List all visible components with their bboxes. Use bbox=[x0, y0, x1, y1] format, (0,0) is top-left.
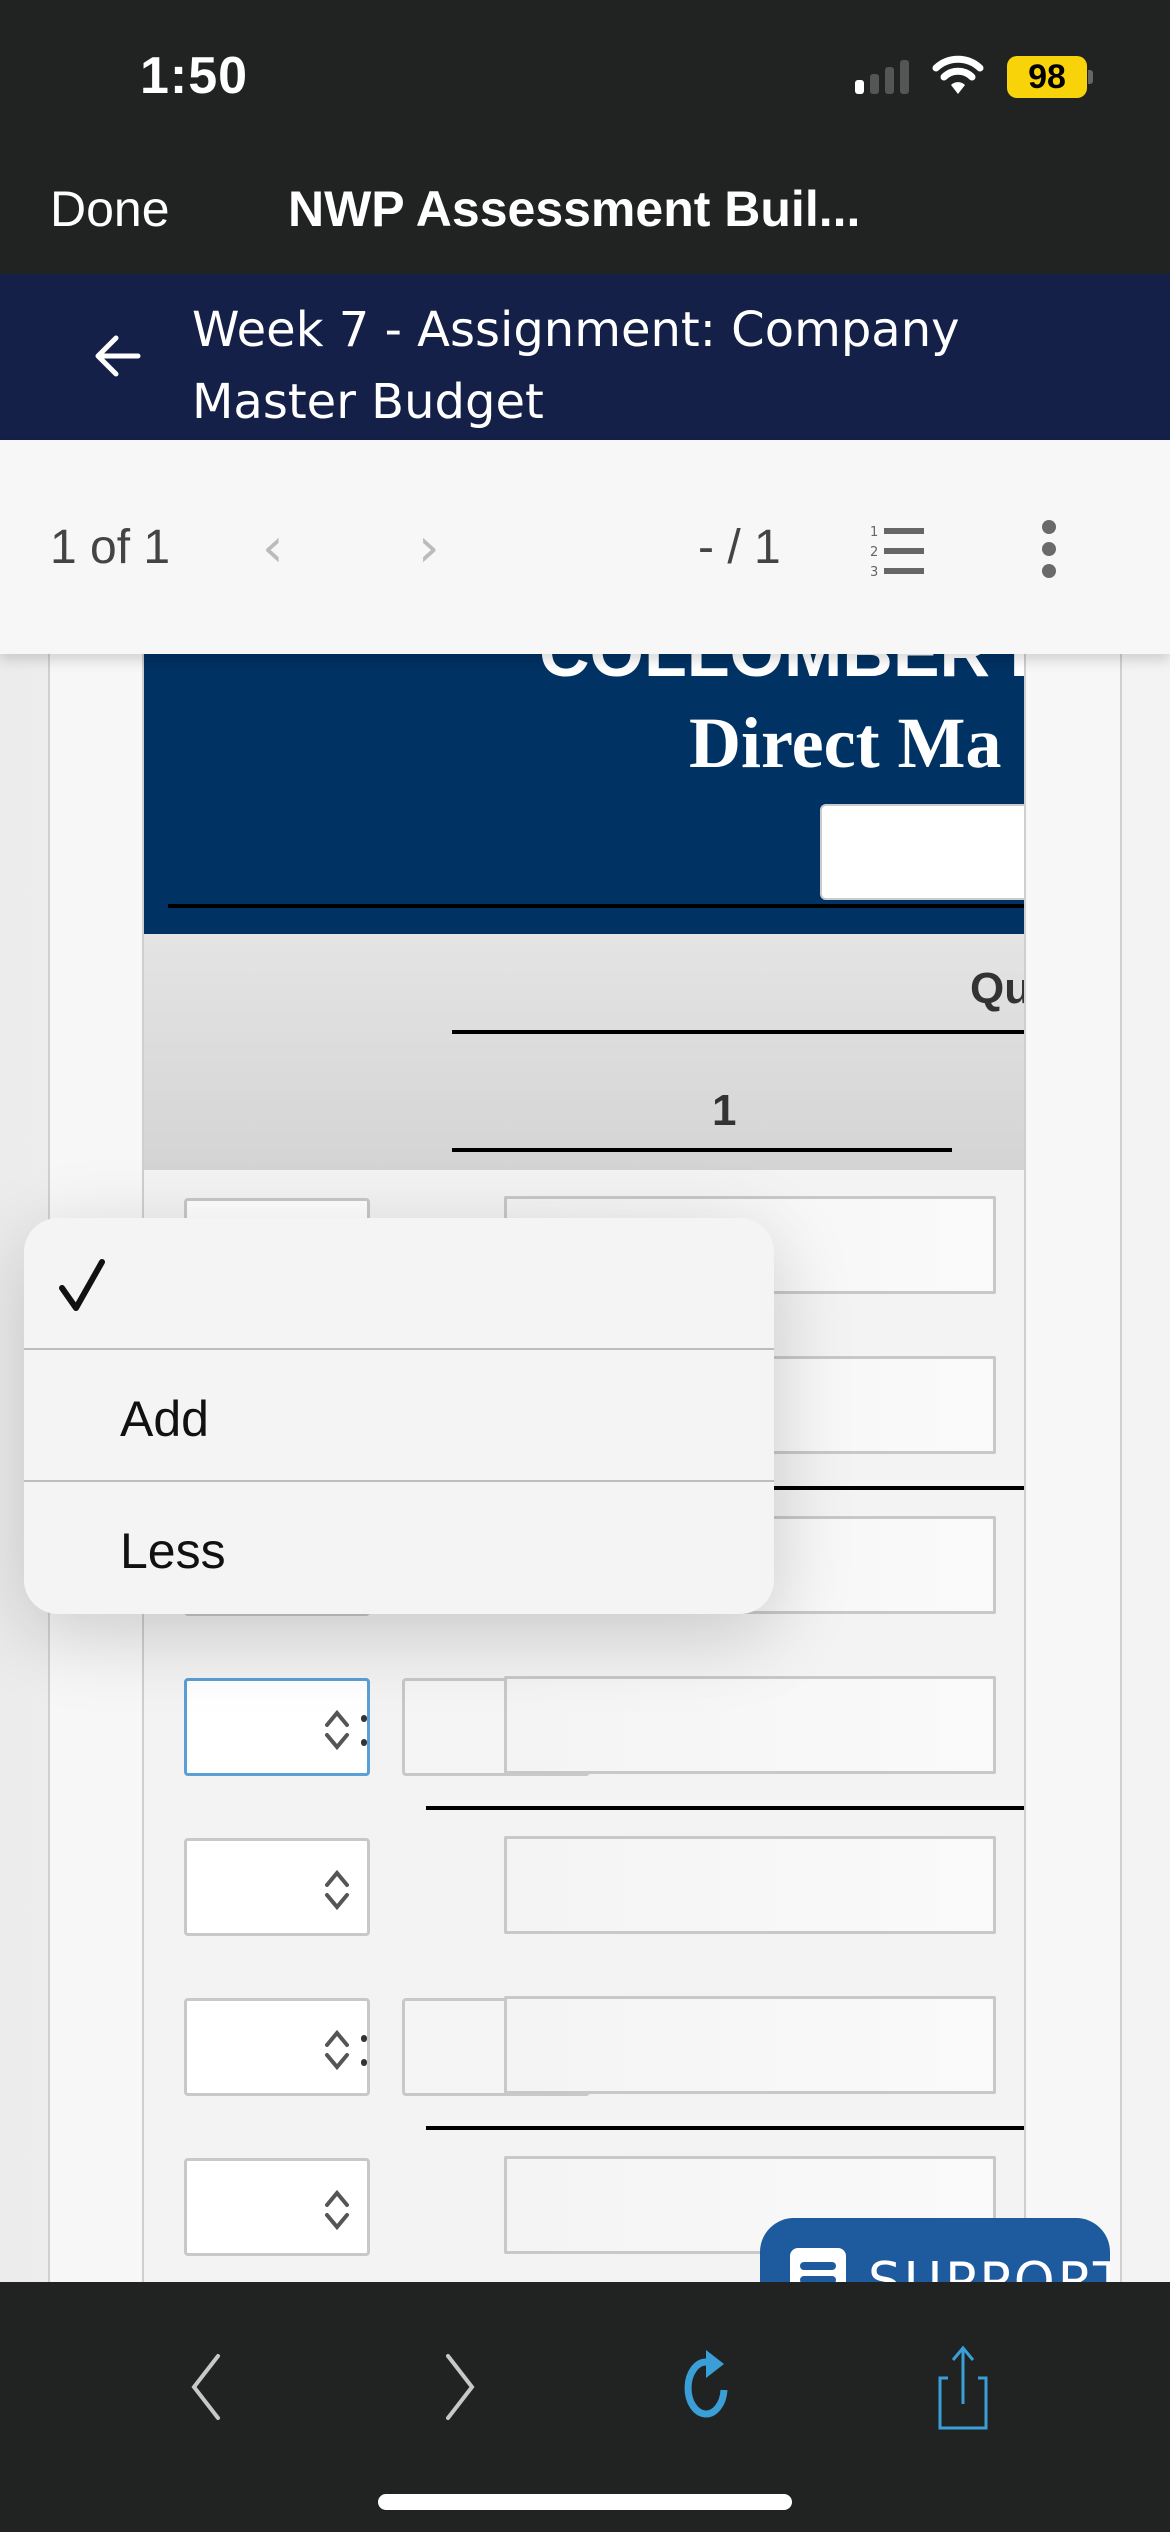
checkmark-icon bbox=[59, 1259, 105, 1311]
page-title: Week 7 - Assignment: Company Master Budg… bbox=[192, 302, 960, 430]
signal-icon bbox=[855, 58, 915, 94]
quarter-label: Qu bbox=[970, 964, 1026, 1013]
chevron-up-down-icon bbox=[325, 1869, 349, 1911]
svg-text:3: 3 bbox=[870, 565, 878, 578]
pager-toolbar: 1 of 1 ‹ › - / 1 1 2 3 bbox=[0, 440, 1170, 654]
browser-bottom-toolbar bbox=[0, 2282, 1170, 2532]
chevron-left-icon[interactable]: ‹ bbox=[262, 516, 284, 579]
status-bar: 1:50 98 bbox=[0, 0, 1170, 150]
app-header: Week 7 - Assignment: Company Master Budg… bbox=[0, 274, 1170, 440]
dropdown-option-label: Less bbox=[120, 1523, 226, 1579]
chevron-up-down-icon bbox=[325, 2189, 349, 2231]
chevron-up-down-icon bbox=[325, 2029, 349, 2071]
column-header: Qu 1 bbox=[144, 934, 1026, 1170]
more-vertical-icon[interactable] bbox=[1040, 520, 1060, 580]
row-select[interactable] bbox=[184, 1838, 370, 1936]
forward-icon[interactable] bbox=[416, 2342, 506, 2432]
row-select[interactable] bbox=[184, 1678, 370, 1776]
page-indicator: - / 1 bbox=[698, 521, 781, 574]
battery-icon: 98 bbox=[1007, 56, 1087, 98]
wifi-icon bbox=[932, 55, 984, 94]
header-input[interactable] bbox=[820, 804, 1024, 900]
dropdown-option-blank[interactable] bbox=[24, 1218, 774, 1350]
amount-input[interactable] bbox=[504, 1996, 996, 2094]
chevron-right-icon[interactable]: › bbox=[418, 516, 440, 579]
home-indicator bbox=[378, 2494, 792, 2510]
divider bbox=[452, 1148, 952, 1152]
amount-input[interactable] bbox=[504, 1676, 996, 1774]
amount-input[interactable] bbox=[504, 1836, 996, 1934]
chevron-up-down-icon bbox=[325, 1709, 349, 1751]
document-header: COLLOMBER I Direct Ma bbox=[144, 654, 1024, 934]
status-time: 1:50 bbox=[140, 47, 249, 105]
done-button[interactable]: Done bbox=[50, 180, 170, 238]
result-count: 1 of 1 bbox=[50, 521, 171, 574]
browser-title: NWP Assessment Buil... bbox=[288, 181, 861, 237]
divider bbox=[452, 1030, 1024, 1034]
schedule-title: Direct Ma bbox=[689, 703, 1002, 783]
dropdown-option-label: Add bbox=[120, 1391, 209, 1447]
divider bbox=[168, 904, 1024, 908]
row-select[interactable] bbox=[184, 1998, 370, 2096]
row-select[interactable] bbox=[184, 2158, 370, 2256]
back-icon[interactable] bbox=[160, 2342, 250, 2432]
quarter-number: 1 bbox=[712, 1086, 737, 1135]
dropdown-option-less[interactable]: Less bbox=[24, 1482, 774, 1614]
select-dropdown-menu: Add Less bbox=[24, 1218, 774, 1614]
browser-bar: Done NWP Assessment Buil... bbox=[0, 150, 1170, 274]
colon-mark bbox=[361, 1715, 369, 1747]
share-icon[interactable] bbox=[918, 2342, 1008, 2432]
dropdown-option-add[interactable]: Add bbox=[24, 1350, 774, 1482]
divider bbox=[426, 2126, 1024, 2130]
arrow-left-icon[interactable] bbox=[88, 326, 148, 386]
company-name: COLLOMBER I bbox=[539, 654, 1024, 692]
numbered-list-icon[interactable]: 1 2 3 bbox=[870, 524, 934, 578]
colon-mark bbox=[361, 2035, 369, 2067]
svg-text:1: 1 bbox=[870, 525, 878, 540]
reload-icon[interactable] bbox=[666, 2342, 756, 2432]
battery-tip bbox=[1088, 70, 1093, 84]
divider bbox=[426, 1806, 1024, 1810]
svg-text:2: 2 bbox=[870, 545, 878, 560]
